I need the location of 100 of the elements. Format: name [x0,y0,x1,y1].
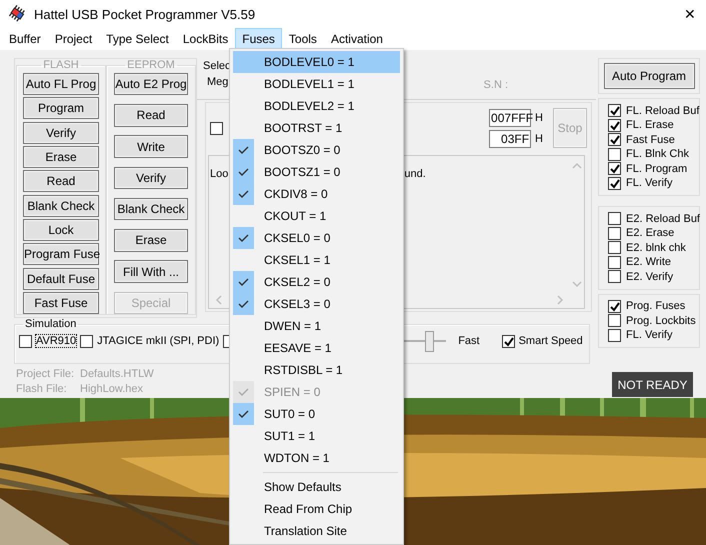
fuse-menu-item[interactable]: BODLEVEL2 = 1 [233,95,400,117]
option-label: FL. Verify [626,177,672,190]
fuse-menu-item[interactable]: CKDIV8 = 0 [233,183,400,205]
device-name: Meg [207,76,230,88]
menu-bar-item[interactable]: Tools [282,28,324,50]
fuse-menu-item[interactable]: WDTON = 1 [233,447,400,469]
checkbox[interactable] [502,334,515,348]
action-button[interactable]: Read [23,170,99,192]
checkbox[interactable] [608,256,621,269]
option-label: Prog. Lockbits [626,314,696,327]
group-title: FLASH [42,59,80,71]
checkbox[interactable] [608,162,621,176]
action-button[interactable]: Blank Check [23,194,99,217]
device-label: Selec [203,60,231,72]
action-button[interactable]: Fill With ... [114,260,188,283]
file-label: Flash File: [16,383,68,395]
action-button[interactable]: Program Fuse [23,243,99,266]
log-text: und. [404,168,426,180]
close-button[interactable]: ✕ [674,6,706,22]
fuse-menu-item[interactable]: BODLEVEL1 = 1 [233,73,400,95]
fuse-menu-item[interactable]: CKOUT = 1 [233,205,400,227]
action-button[interactable]: Lock [23,219,99,242]
menu-bar-item[interactable]: Project [48,28,100,50]
unit-label: H [535,132,543,144]
fuse-menu-item[interactable]: EESAVE = 1 [233,337,400,359]
option-label: AVR910 [36,335,76,347]
option-label: Prog. Fuses [626,300,686,312]
auto-program-button[interactable]: Auto Program [604,63,694,89]
fuse-menu-item[interactable]: SUT0 = 0 [233,403,400,425]
slider-thumb[interactable] [425,331,434,352]
action-button[interactable]: Verify [23,122,99,144]
checkbox[interactable] [608,104,621,118]
file-label: Project File: [16,368,76,380]
checkbox[interactable] [608,241,621,254]
checkbox[interactable] [608,212,621,226]
action-button[interactable]: Read [114,104,188,127]
action-button[interactable]: Program [23,97,99,120]
serial-label: S.N : [484,79,508,93]
option-label: E2. Write [626,256,672,268]
window-title: Hattel USB Pocket Programmer V5.59 [34,6,256,22]
action-button[interactable]: Erase [23,146,99,168]
action-button[interactable]: Blank Check [114,198,188,220]
address-field[interactable]: 03FF [489,130,532,148]
menu-bar-item[interactable]: LockBits [176,28,236,50]
checkbox[interactable] [608,226,621,240]
action-button[interactable]: Erase [114,229,188,252]
checkbox[interactable] [608,328,621,342]
speed-label: Fast [458,335,480,347]
checkbox[interactable] [80,334,94,348]
file-name: Defaults.HTLW [80,368,154,380]
fuse-menu-item[interactable]: BOOTRST = 1 [233,117,400,139]
file-name: HighLow.hex [80,383,144,395]
group-title: EEPROM [126,59,176,71]
action-button[interactable]: Auto E2 Prog [114,73,188,96]
group-title: Simulation [24,318,78,330]
action-button[interactable]: Auto FL Prog [23,73,99,95]
menu-bar-item[interactable]: Activation [324,28,390,50]
checkbox[interactable] [608,148,621,161]
option-label: FL. Program [626,162,688,175]
action-button[interactable]: Write [114,135,188,158]
fuse-menu-item[interactable]: BOOTSZ0 = 0 [233,139,400,161]
fuse-menu-item[interactable]: CKSEL2 = 0 [233,271,400,293]
option-label: FL. Blnk Chk [626,148,689,160]
fuse-menu-item[interactable]: CKSEL0 = 0 [233,227,400,249]
fuse-menu-item[interactable]: RSTDISBL = 1 [233,359,400,381]
checkbox[interactable] [608,133,621,146]
menu-item[interactable]: Translation Site [233,520,400,542]
menu-bar-item[interactable]: Type Select [99,28,176,50]
checkbox[interactable] [608,118,621,132]
menu-bar-item[interactable]: Fuses [235,28,282,50]
menu-item[interactable]: Show Defaults [233,476,400,498]
checkbox[interactable] [608,270,621,284]
option-label: FL. Reload Buf [626,104,700,117]
address-field[interactable]: 007FFF [489,108,532,126]
status-label: NOT READY [612,372,693,397]
menu-item[interactable]: Read From Chip [233,498,400,520]
fuse-menu-item[interactable]: CKSEL1 = 1 [233,249,400,271]
option-label: E2. blnk chk [626,242,686,254]
action-button[interactable]: Fast Fuse [23,292,99,314]
fuse-menu-item[interactable]: SUT1 = 1 [233,425,400,447]
action-button[interactable]: Default Fuse [23,268,99,290]
checkbox[interactable] [608,314,621,328]
checkbox[interactable] [19,334,32,348]
menu-bar-item[interactable]: Buffer [2,28,48,50]
option-label: E2. Reload Buf [626,212,700,225]
checkbox[interactable] [608,176,621,190]
fuse-menu-item[interactable]: BODLEVEL0 = 1 [233,51,400,73]
option-label: Smart Speed [518,335,583,347]
checkbox[interactable] [608,300,621,313]
fuse-menu-item[interactable]: BOOTSZ1 = 0 [233,161,400,183]
chip-icon [8,5,26,23]
option-label: JTAGICE mkII (SPI, PDI) [97,335,220,347]
option-label: Fast Fuse [626,134,675,146]
option-label: E2. Erase [626,227,674,240]
checkbox[interactable] [210,122,223,134]
action-button[interactable]: Verify [114,166,188,190]
option-label: E2. Verify [626,270,674,283]
option-label: FL. Erase [626,119,674,132]
fuse-menu-item[interactable]: CKSEL3 = 0 [233,293,400,315]
fuse-menu-item[interactable]: DWEN = 1 [233,315,400,337]
